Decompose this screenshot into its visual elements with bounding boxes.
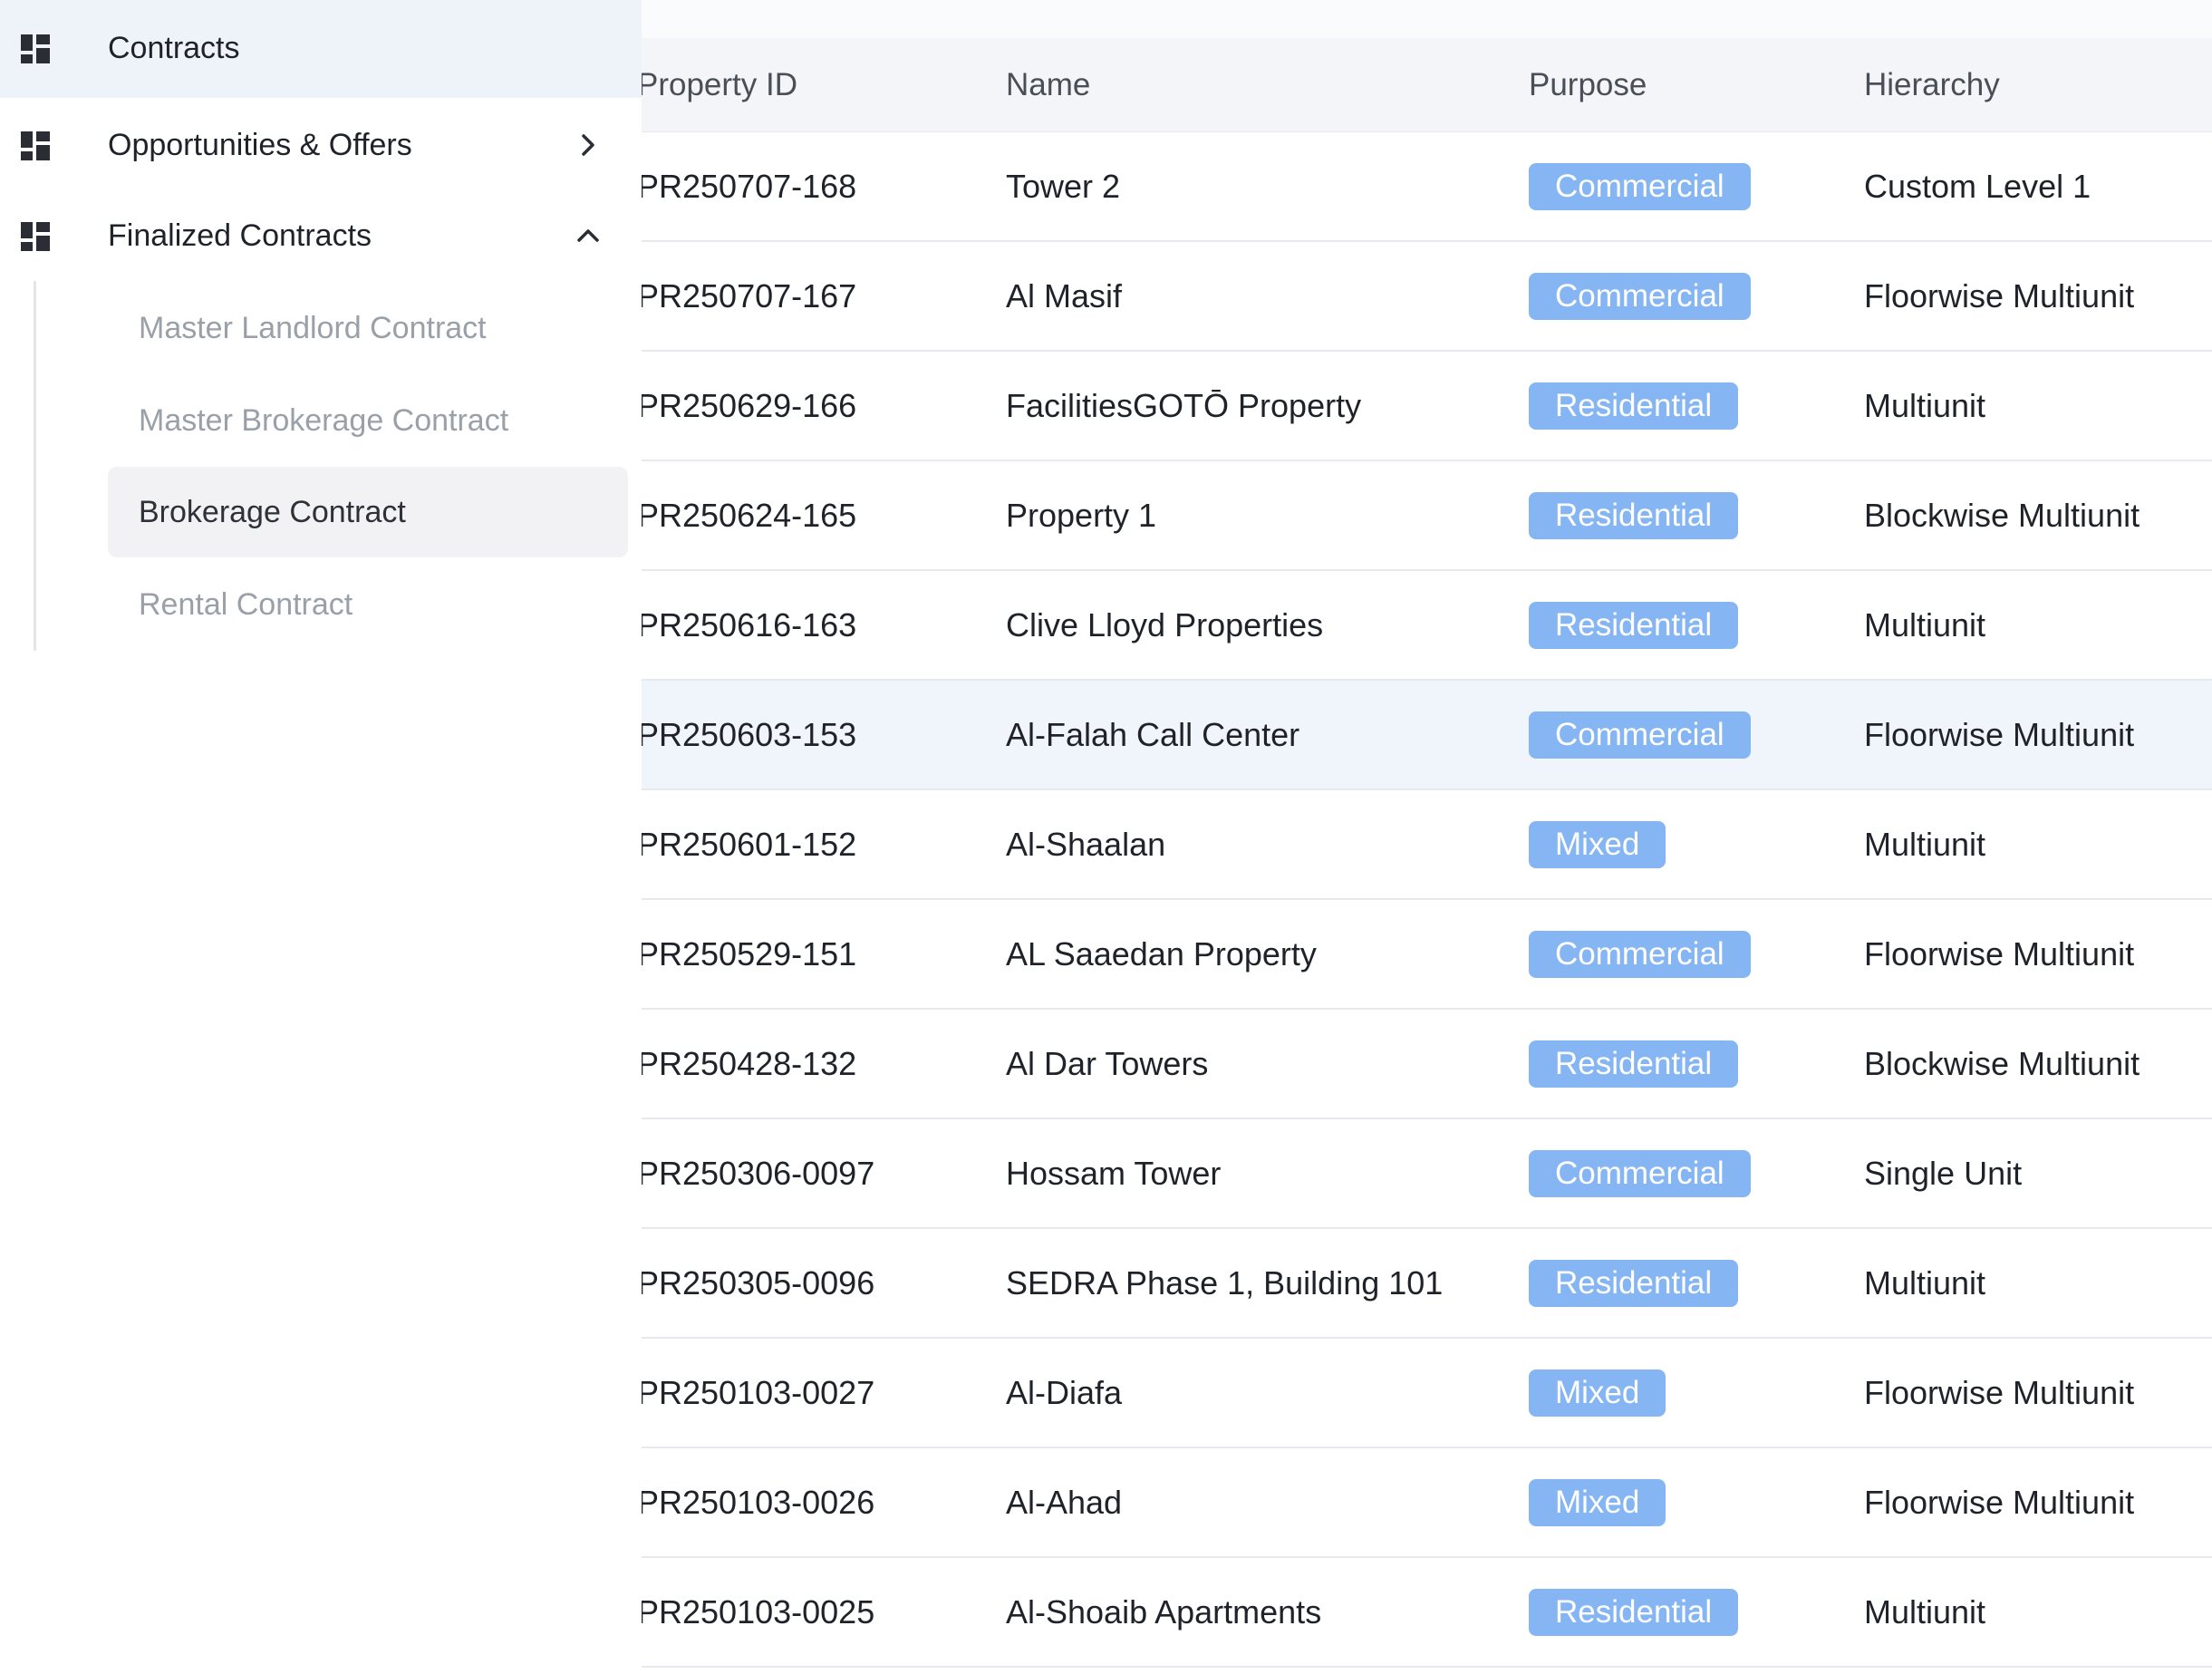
table-row[interactable]: PR250305-0096 SEDRA Phase 1, Building 10… bbox=[637, 1229, 2212, 1339]
property-id-cell: PR250707-168 bbox=[637, 168, 857, 205]
purpose-badge: Residential bbox=[1529, 1040, 1739, 1088]
table-top-strip bbox=[642, 0, 2212, 38]
hierarchy-cell: Floorwise Multiunit bbox=[1864, 716, 2135, 753]
table-row[interactable]: PR250624-165 Property 1 Residential Bloc… bbox=[637, 461, 2212, 571]
hierarchy-cell: Blockwise Multiunit bbox=[1864, 1045, 2140, 1082]
property-id-cell: PR250529-151 bbox=[637, 935, 857, 972]
property-id-cell: PR250103-0026 bbox=[637, 1484, 875, 1521]
purpose-badge: Commercial bbox=[1529, 1150, 1751, 1197]
purpose-badge: Mixed bbox=[1529, 1479, 1666, 1526]
dashboard-icon bbox=[21, 131, 50, 160]
property-name-cell: Al-Ahad bbox=[1006, 1484, 1123, 1521]
purpose-badge: Commercial bbox=[1529, 711, 1751, 759]
hierarchy-cell: Blockwise Multiunit bbox=[1864, 497, 2140, 534]
sidebar-subitem-brokerage-contract[interactable]: Brokerage Contract bbox=[108, 467, 628, 557]
property-id-cell: PR250428-132 bbox=[637, 1045, 857, 1082]
property-name-cell: SEDRA Phase 1, Building 101 bbox=[1006, 1264, 1444, 1301]
purpose-badge: Mixed bbox=[1529, 1369, 1666, 1417]
sidebar-item-opportunities-offers[interactable]: Opportunities & Offers bbox=[0, 100, 642, 190]
hierarchy-cell: Multiunit bbox=[1864, 1264, 1986, 1301]
hierarchy-cell: Custom Level 1 bbox=[1864, 168, 2091, 205]
property-id-cell: PR250306-0097 bbox=[637, 1155, 875, 1192]
table-row[interactable]: PR250629-166 FacilitiesGOTŌ Property Res… bbox=[637, 352, 2212, 461]
property-name-cell: Al-Falah Call Center bbox=[1006, 716, 1300, 753]
sidebar: Contracts Opportunities & Offers Finaliz… bbox=[0, 0, 642, 1674]
property-id-cell: PR250103-0027 bbox=[637, 1374, 875, 1411]
sidebar-subitem-master-landlord-contract[interactable]: Master Landlord Contract bbox=[108, 283, 628, 373]
sidebar-item-label: Opportunities & Offers bbox=[108, 127, 412, 162]
table-row[interactable]: PR250103-0027 Al-Diafa Mixed Floorwise M… bbox=[637, 1339, 2212, 1448]
purpose-badge: Residential bbox=[1529, 1589, 1739, 1636]
purpose-badge: Residential bbox=[1529, 382, 1739, 430]
table-row[interactable]: PR250103-0025 Al-Shoaib Apartments Resid… bbox=[637, 1558, 2212, 1668]
column-header-purpose[interactable]: Purpose bbox=[1529, 38, 1647, 131]
purpose-badge: Commercial bbox=[1529, 163, 1751, 210]
purpose-badge: Residential bbox=[1529, 492, 1739, 539]
sidebar-subitem-rental-contract[interactable]: Rental Contract bbox=[108, 559, 628, 650]
table-row[interactable]: PR250603-153 Al-Falah Call Center Commer… bbox=[637, 681, 2212, 790]
sidebar-subitem-label: Brokerage Contract bbox=[139, 494, 406, 529]
property-id-cell: PR250601-152 bbox=[637, 826, 857, 863]
dashboard-icon bbox=[21, 222, 50, 251]
hierarchy-cell: Multiunit bbox=[1864, 606, 1986, 643]
property-id-cell: PR250616-163 bbox=[637, 606, 857, 643]
property-name-cell: Clive Lloyd Properties bbox=[1006, 606, 1324, 643]
table-row[interactable]: PR250616-163 Clive Lloyd Properties Resi… bbox=[637, 571, 2212, 681]
property-id-cell: PR250624-165 bbox=[637, 497, 857, 534]
property-name-cell: Al Masif bbox=[1006, 277, 1123, 314]
chevron-right-icon[interactable] bbox=[573, 130, 604, 160]
property-name-cell: FacilitiesGOTŌ Property bbox=[1006, 387, 1362, 424]
table-row[interactable]: PR250707-167 Al Masif Commercial Floorwi… bbox=[637, 242, 2212, 352]
property-name-cell: Property 1 bbox=[1006, 497, 1157, 534]
purpose-badge: Commercial bbox=[1529, 273, 1751, 320]
column-header-property-id[interactable]: Property ID bbox=[637, 38, 797, 131]
hierarchy-cell: Multiunit bbox=[1864, 1593, 1986, 1630]
sidebar-subitem-master-brokerage-contract[interactable]: Master Brokerage Contract bbox=[108, 375, 628, 466]
property-id-cell: PR250103-0025 bbox=[637, 1593, 875, 1630]
hierarchy-cell: Floorwise Multiunit bbox=[1864, 1374, 2135, 1411]
purpose-badge: Commercial bbox=[1529, 931, 1751, 978]
table-row[interactable]: PR250529-151 AL Saaedan Property Commerc… bbox=[637, 900, 2212, 1010]
hierarchy-cell: Single Unit bbox=[1864, 1155, 2023, 1192]
property-id-cell: PR250707-167 bbox=[637, 277, 857, 314]
purpose-badge: Residential bbox=[1529, 1260, 1739, 1307]
sidebar-item-contracts[interactable]: Contracts bbox=[0, 3, 642, 93]
table-row[interactable]: PR250428-132 Al Dar Towers Residential B… bbox=[637, 1010, 2212, 1119]
table-header: Property ID Name Purpose Hierarchy bbox=[637, 38, 2212, 133]
property-name-cell: Al-Shoaib Apartments bbox=[1006, 1593, 1322, 1630]
purpose-badge: Residential bbox=[1529, 602, 1739, 649]
table-row[interactable]: PR250601-152 Al-Shaalan Mixed Multiunit bbox=[637, 790, 2212, 900]
hierarchy-cell: Floorwise Multiunit bbox=[1864, 935, 2135, 972]
properties-table: Property ID Name Purpose Hierarchy PR250… bbox=[637, 0, 2212, 1674]
property-id-cell: PR250305-0096 bbox=[637, 1264, 875, 1301]
dashboard-icon bbox=[21, 34, 50, 63]
property-name-cell: AL Saaedan Property bbox=[1006, 935, 1317, 972]
submenu-guide-line bbox=[34, 281, 36, 651]
property-name-cell: Al-Diafa bbox=[1006, 1374, 1123, 1411]
purpose-badge: Mixed bbox=[1529, 821, 1666, 868]
hierarchy-cell: Multiunit bbox=[1864, 387, 1986, 424]
property-name-cell: Hossam Tower bbox=[1006, 1155, 1222, 1192]
property-name-cell: Al-Shaalan bbox=[1006, 826, 1166, 863]
sidebar-subitem-label: Rental Contract bbox=[139, 586, 353, 622]
table-row[interactable]: PR250306-0097 Hossam Tower Commercial Si… bbox=[637, 1119, 2212, 1229]
property-id-cell: PR250629-166 bbox=[637, 387, 857, 424]
sidebar-item-label: Finalized Contracts bbox=[108, 218, 372, 253]
property-name-cell: Tower 2 bbox=[1006, 168, 1121, 205]
property-id-cell: PR250603-153 bbox=[637, 716, 857, 753]
column-header-hierarchy[interactable]: Hierarchy bbox=[1864, 38, 2000, 131]
chevron-up-icon[interactable] bbox=[573, 220, 604, 251]
sidebar-subitem-label: Master Landlord Contract bbox=[139, 310, 487, 345]
column-header-name[interactable]: Name bbox=[1006, 38, 1090, 131]
hierarchy-cell: Multiunit bbox=[1864, 826, 1986, 863]
hierarchy-cell: Floorwise Multiunit bbox=[1864, 1484, 2135, 1521]
table-row[interactable]: PR250707-168 Tower 2 Commercial Custom L… bbox=[637, 132, 2212, 242]
hierarchy-cell: Floorwise Multiunit bbox=[1864, 277, 2135, 314]
table-row[interactable]: PR250103-0026 Al-Ahad Mixed Floorwise Mu… bbox=[637, 1448, 2212, 1558]
sidebar-item-finalized-contracts[interactable]: Finalized Contracts bbox=[0, 190, 642, 281]
sidebar-item-label: Contracts bbox=[108, 30, 240, 65]
property-name-cell: Al Dar Towers bbox=[1006, 1045, 1209, 1082]
sidebar-subitem-label: Master Brokerage Contract bbox=[139, 402, 509, 438]
